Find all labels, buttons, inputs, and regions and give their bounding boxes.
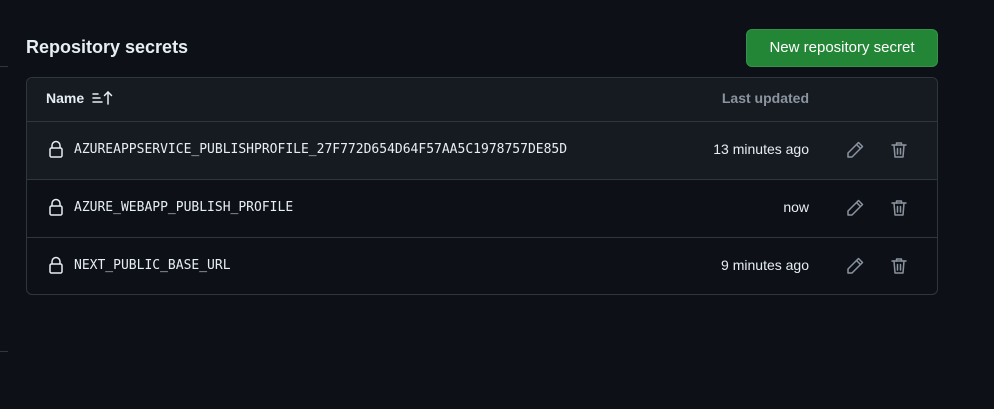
left-edge-divider-top bbox=[0, 66, 8, 67]
lock-icon bbox=[48, 256, 64, 274]
edit-secret-button[interactable] bbox=[843, 196, 867, 220]
pencil-icon bbox=[845, 198, 865, 218]
name-column-label: Name bbox=[46, 90, 85, 106]
secrets-page: Repository secrets New repository secret… bbox=[0, 0, 994, 409]
delete-secret-button[interactable] bbox=[887, 138, 911, 162]
lock-icon bbox=[48, 198, 64, 216]
edit-secret-button[interactable] bbox=[843, 254, 867, 278]
left-edge-divider-bottom bbox=[0, 351, 8, 352]
edit-secret-button[interactable] bbox=[843, 138, 867, 162]
delete-secret-button[interactable] bbox=[887, 254, 911, 278]
secret-row: AZURE_WEBAPP_PUBLISH_PROFILE now bbox=[27, 180, 937, 238]
secret-name: NEXT_PUBLIC_BASE_URL bbox=[74, 258, 231, 273]
secret-row: NEXT_PUBLIC_BASE_URL 9 minutes ago bbox=[27, 238, 937, 294]
secret-row: AZUREAPPSERVICE_PUBLISHPROFILE_27F772D65… bbox=[27, 122, 937, 180]
secret-last-updated: 9 minutes ago bbox=[721, 257, 809, 273]
table-header: Name Last updated bbox=[27, 78, 937, 122]
pencil-icon bbox=[845, 256, 865, 276]
secrets-table: Name Last updated AZUREAPPSERVICE_PUBLIS… bbox=[26, 77, 938, 295]
secret-name: AZURE_WEBAPP_PUBLISH_PROFILE bbox=[74, 200, 294, 215]
trash-icon bbox=[889, 256, 909, 276]
secret-last-updated: 13 minutes ago bbox=[713, 141, 809, 157]
delete-secret-button[interactable] bbox=[887, 196, 911, 220]
trash-icon bbox=[889, 140, 909, 160]
sort-ascending-icon bbox=[92, 90, 114, 106]
new-repository-secret-button[interactable]: New repository secret bbox=[746, 29, 938, 67]
secret-name: AZUREAPPSERVICE_PUBLISHPROFILE_27F772D65… bbox=[74, 142, 568, 157]
secret-last-updated: now bbox=[783, 199, 809, 215]
trash-icon bbox=[889, 198, 909, 218]
pencil-icon bbox=[845, 140, 865, 160]
section-title: Repository secrets bbox=[26, 37, 189, 57]
lock-icon bbox=[48, 140, 64, 158]
name-column-header[interactable]: Name bbox=[46, 90, 114, 106]
last-updated-column-header: Last updated bbox=[721, 90, 809, 106]
